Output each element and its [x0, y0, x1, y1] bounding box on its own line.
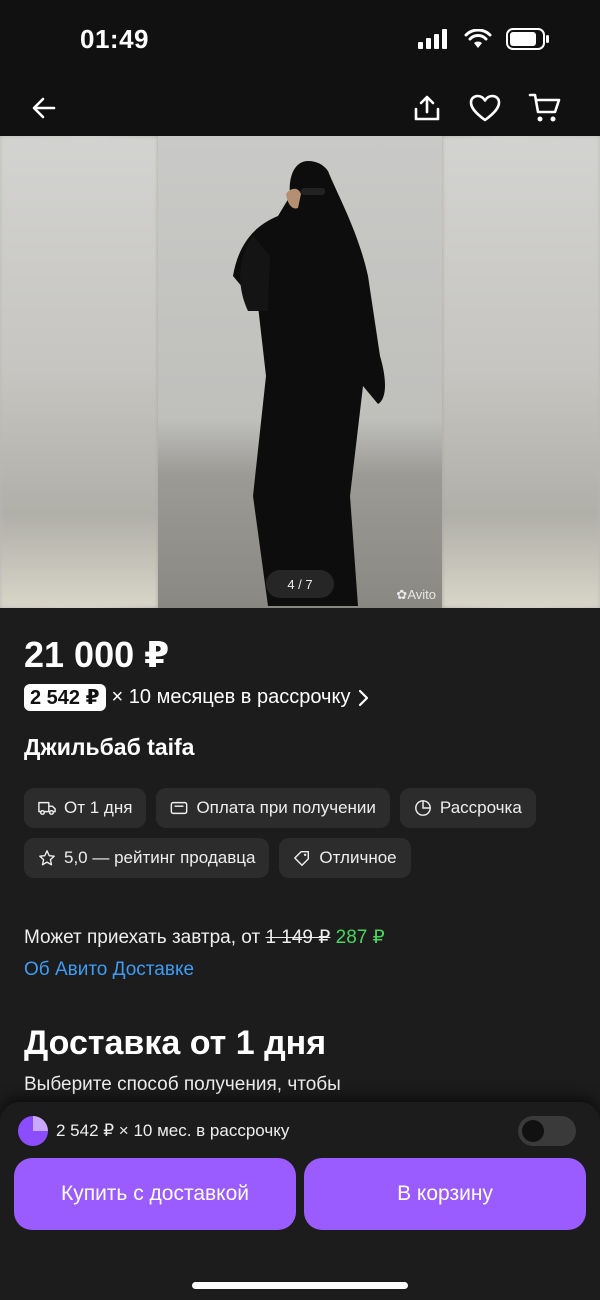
signal-icon [418, 29, 447, 49]
favorite-button[interactable] [465, 88, 505, 128]
photo-blur-left [0, 136, 158, 608]
chip-payment-on-delivery[interactable]: Оплата при получении [156, 788, 390, 828]
installment-pie-icon [18, 1116, 48, 1146]
chevron-right-icon [359, 689, 369, 706]
price: 21 000 ₽ [24, 634, 170, 675]
avito-watermark: ✿Avito [396, 587, 436, 602]
feature-chips: От 1 дня Оплата при получении Рассрочка … [24, 788, 584, 878]
delivery-text: Может приехать завтра, от [24, 927, 261, 948]
add-to-cart-button[interactable]: В корзину [304, 1158, 586, 1230]
installment-row-text: 2 542 ₽ × 10 мес. в рассрочку [56, 1121, 290, 1140]
pie-chart-icon [415, 800, 431, 816]
installment-text: × 10 месяцев в рассрочку [111, 686, 351, 708]
product-photo[interactable]: 4 / 7 ✿Avito [0, 136, 600, 608]
photo-image [158, 136, 442, 608]
truck-icon [38, 801, 56, 816]
section-subtitle: Выберите способ получения, чтобы [24, 1074, 341, 1095]
chip-delivery-time[interactable]: От 1 дня [24, 788, 147, 828]
star-icon [39, 850, 55, 866]
new-delivery-price: 287 ₽ [335, 927, 385, 948]
figure-silhouette [233, 161, 385, 606]
photo-blur-right [442, 136, 600, 608]
battery-icon [506, 28, 549, 50]
status-bar: 01:49 [0, 0, 600, 80]
toggle-knob [522, 1120, 544, 1142]
wifi-icon [464, 29, 492, 48]
cart-button[interactable] [525, 88, 565, 128]
installment-badge: 2 542 ₽ [24, 684, 106, 711]
wallet-icon [171, 801, 188, 815]
section-title: Доставка от 1 дня [24, 1024, 327, 1062]
product-title: Джильбаб taifa [24, 734, 195, 760]
bottom-action-sheet: 2 542 ₽ × 10 мес. в рассрочку Купить с д… [0, 1102, 600, 1300]
back-arrow-icon [32, 97, 56, 119]
cart-icon [528, 93, 561, 122]
old-delivery-price: 1 149 ₽ [265, 927, 331, 948]
chip-label: Рассрочка [439, 798, 522, 817]
chip-label: 5,0 — рейтинг продавца [64, 848, 256, 867]
photo-counter: 4 / 7 [266, 570, 334, 598]
chip-label: От 1 дня [64, 798, 133, 817]
chip-seller-rating[interactable]: 5,0 — рейтинг продавца [24, 838, 270, 878]
share-icon [414, 95, 440, 121]
installment-link[interactable]: 2 542 ₽ × 10 месяцев в рассрочку [24, 684, 370, 711]
chip-installment[interactable]: Рассрочка [399, 788, 536, 828]
installment-row: 2 542 ₽ × 10 мес. в рассрочку [18, 1116, 588, 1146]
home-indicator [192, 1282, 408, 1289]
heart-icon [469, 94, 501, 122]
chip-label: Отличное [319, 848, 397, 867]
status-icons [418, 28, 550, 50]
app-bar [0, 80, 600, 136]
avito-delivery-link[interactable]: Об Авито Доставке [24, 959, 194, 981]
installment-toggle[interactable] [518, 1116, 576, 1146]
tag-icon [294, 850, 310, 866]
chip-label: Оплата при получении [196, 798, 376, 817]
buy-with-delivery-button[interactable]: Купить с доставкой [14, 1158, 296, 1230]
chip-condition[interactable]: Отличное [279, 838, 411, 878]
watermark-text: Avito [407, 587, 436, 602]
delivery-estimate: Может приехать завтра, от 1 149 ₽ 287 ₽ [24, 926, 385, 949]
share-button[interactable] [407, 88, 447, 128]
back-button[interactable] [24, 88, 64, 128]
status-time: 01:49 [80, 24, 149, 54]
